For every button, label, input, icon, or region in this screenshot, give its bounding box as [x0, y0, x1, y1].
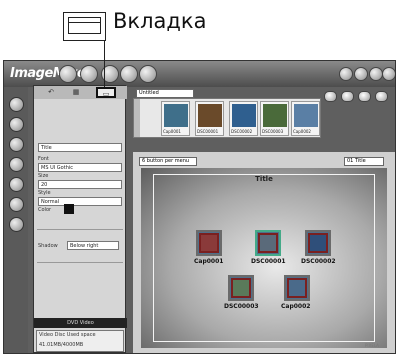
menu-button-label: DSC00002 — [301, 258, 336, 265]
disc-usage-header: Video Disc Used space — [39, 332, 96, 338]
title-bar: ImageMixer — [4, 61, 395, 87]
pause-icon[interactable] — [358, 91, 371, 102]
preview-button-4[interactable] — [375, 91, 388, 102]
thumbnail[interactable]: Cap0001 — [161, 101, 190, 136]
menu-button-label: Cap0001 — [194, 258, 224, 265]
brand-mark: PIXELA — [365, 343, 379, 348]
menu-button-label: DSC00001 — [251, 258, 286, 265]
thumbnail-image — [198, 104, 222, 127]
thumbnail-image — [232, 104, 256, 127]
menu-button[interactable] — [284, 275, 310, 301]
font-select[interactable]: MS UI Gothic — [38, 163, 122, 172]
thumbnail-caption: DSC00002 — [231, 129, 253, 134]
preview-button-2[interactable] — [341, 91, 354, 102]
minimize-icon[interactable] — [339, 67, 353, 81]
side-button-1[interactable] — [9, 97, 24, 112]
tab-text[interactable]: ▭ — [96, 87, 116, 98]
thumbnail-caption: DSC00003 — [262, 129, 284, 134]
menu-title[interactable]: Title — [141, 175, 387, 183]
font-label: Font — [38, 156, 49, 162]
shadow-label: Shadow — [38, 243, 58, 249]
settings-icon[interactable] — [369, 67, 383, 81]
properties-panel: ↶ ▦ ▭ Title Font MS UI Gothic Size 20 St… — [33, 85, 127, 353]
menu-canvas[interactable]: Title Cap0001 DSC00001 DSC00002 DSC00003… — [141, 168, 387, 348]
text-field[interactable]: Title — [38, 143, 122, 152]
tab-edit[interactable]: ↶ — [42, 87, 60, 98]
preview-button-1[interactable] — [324, 91, 337, 102]
imagemixer-window: ImageMixer ✎ ↶ ▦ ▭ — [3, 60, 396, 354]
strip-handle[interactable] — [134, 99, 140, 137]
thumbnail[interactable]: Cap0002 — [291, 101, 320, 136]
side-button-2[interactable] — [9, 117, 24, 132]
menu-button[interactable] — [255, 230, 281, 256]
divider — [37, 262, 123, 263]
menu-button[interactable] — [305, 230, 331, 256]
side-button-4[interactable] — [9, 157, 24, 172]
dvd-video-bar: DVD Video — [34, 318, 127, 328]
thumbnail[interactable]: DSC00001 — [195, 101, 224, 136]
side-button-3[interactable] — [9, 137, 24, 152]
style-select[interactable]: Normal — [38, 197, 122, 206]
title-dropdown[interactable]: 01 Title — [344, 157, 384, 166]
toolbar-button-2[interactable] — [80, 65, 98, 83]
thumbnail[interactable]: DSC00002 — [229, 101, 258, 136]
divider — [37, 229, 123, 230]
size-label: Size — [38, 173, 49, 179]
buttons-per-menu-select[interactable]: 6 button per menu — [139, 157, 197, 166]
disc-usage-value: 41.01MB/4000MB — [39, 342, 84, 348]
panel-tabs: ↶ ▦ ▭ — [34, 86, 127, 99]
thumbnail-caption: DSC00001 — [197, 129, 219, 134]
thumbnail-image — [263, 104, 287, 127]
callout-leader-line — [104, 40, 105, 87]
style-label: Style — [38, 190, 51, 196]
thumbnail-caption: Cap0001 — [163, 129, 181, 134]
disc-usage: Video Disc Used space 41.01MB/4000MB — [36, 330, 124, 352]
left-toolbar: ✎ — [4, 87, 28, 353]
preview-controls — [322, 91, 395, 141]
shadow-select[interactable]: Below right — [67, 241, 119, 250]
screenshot: Вкладка ImageMixer ✎ — [0, 0, 399, 357]
menu-editor: 6 button per menu 01 Title Title Cap0001… — [133, 152, 395, 353]
tab-layout[interactable]: ▦ — [67, 87, 85, 98]
side-button-6[interactable] — [9, 197, 24, 212]
help-icon[interactable] — [354, 67, 368, 81]
side-button-7[interactable] — [9, 217, 24, 232]
menu-button-label: DSC00003 — [224, 303, 259, 310]
color-label: Color — [38, 207, 52, 213]
menu-button[interactable] — [228, 275, 254, 301]
annotation-label: Вкладка — [113, 9, 207, 33]
close-icon[interactable] — [382, 67, 395, 81]
toolbar-button-1[interactable] — [59, 65, 77, 83]
toolbar-button-4[interactable] — [120, 65, 138, 83]
thumbnail-strip: Cap0001 DSC00001 DSC00002 DSC00003 Cap00… — [133, 98, 321, 138]
thumbnail-image — [294, 104, 318, 127]
thumbnail-image — [164, 104, 188, 127]
tab-icon — [63, 12, 106, 41]
side-button-5[interactable] — [9, 177, 24, 192]
thumbnail-caption: Cap0002 — [293, 129, 311, 134]
thumbnail[interactable]: DSC00003 — [260, 101, 289, 136]
size-select[interactable]: 20 — [38, 180, 122, 189]
menu-button[interactable] — [196, 230, 222, 256]
title-select[interactable]: Untitled — [136, 89, 194, 98]
color-swatch[interactable] — [64, 204, 74, 214]
menu-button-label: Cap0002 — [281, 303, 311, 310]
toolbar-button-5[interactable] — [139, 65, 157, 83]
